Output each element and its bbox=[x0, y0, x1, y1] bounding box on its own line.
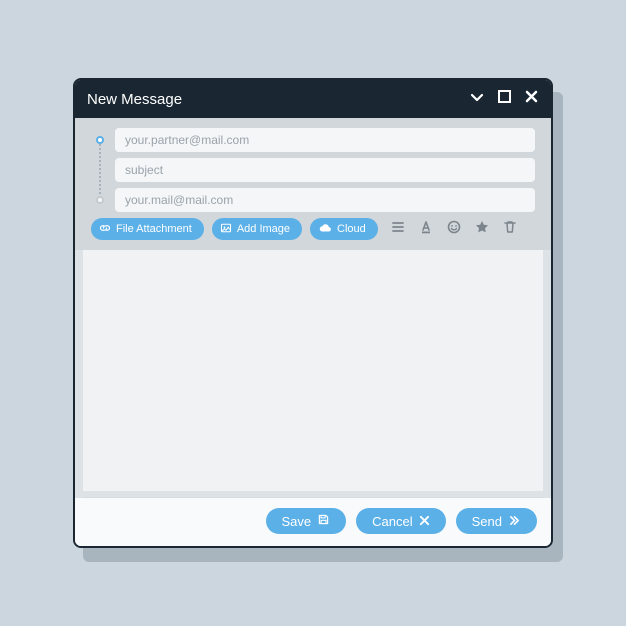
attach-file-label: File Attachment bbox=[116, 223, 192, 235]
from-bullet-icon bbox=[96, 196, 104, 204]
save-icon bbox=[317, 513, 330, 529]
add-image-button[interactable]: Add Image bbox=[212, 218, 302, 240]
cloud-label: Cloud bbox=[337, 223, 366, 235]
compose-window: New Message bbox=[73, 78, 553, 548]
send-label: Send bbox=[472, 514, 502, 529]
close-icon[interactable] bbox=[524, 89, 539, 109]
to-bullet-icon bbox=[96, 136, 104, 144]
emoji-icon[interactable] bbox=[446, 219, 462, 240]
save-label: Save bbox=[282, 514, 312, 529]
star-icon[interactable] bbox=[474, 219, 490, 240]
minimize-icon[interactable] bbox=[469, 89, 485, 110]
text-color-icon[interactable] bbox=[418, 219, 434, 240]
cloud-icon bbox=[318, 222, 332, 237]
format-tools bbox=[390, 219, 518, 240]
maximize-icon[interactable] bbox=[497, 89, 512, 109]
attach-file-button[interactable]: File Attachment bbox=[91, 218, 204, 240]
subject-field[interactable] bbox=[115, 158, 535, 182]
cancel-button[interactable]: Cancel bbox=[356, 508, 445, 534]
cancel-icon bbox=[419, 514, 430, 529]
footer: Save Cancel Send bbox=[75, 498, 551, 546]
to-field[interactable] bbox=[115, 128, 535, 152]
compose-toolbar: File Attachment Add Image Cloud bbox=[91, 218, 535, 240]
header-area: File Attachment Add Image Cloud bbox=[75, 118, 551, 250]
window-controls bbox=[469, 89, 539, 110]
add-image-label: Add Image bbox=[237, 223, 290, 235]
save-button[interactable]: Save bbox=[266, 508, 347, 534]
cloud-button[interactable]: Cloud bbox=[310, 218, 378, 240]
field-connector bbox=[99, 144, 101, 194]
window-title: New Message bbox=[87, 91, 469, 108]
list-icon[interactable] bbox=[390, 219, 406, 240]
titlebar: New Message bbox=[75, 80, 551, 118]
message-body[interactable] bbox=[83, 250, 543, 491]
image-icon bbox=[220, 222, 232, 237]
trash-icon[interactable] bbox=[502, 219, 518, 240]
send-button[interactable]: Send bbox=[456, 508, 537, 534]
cancel-label: Cancel bbox=[372, 514, 412, 529]
from-field[interactable] bbox=[115, 188, 535, 212]
send-icon bbox=[508, 514, 521, 529]
link-icon bbox=[99, 222, 111, 237]
